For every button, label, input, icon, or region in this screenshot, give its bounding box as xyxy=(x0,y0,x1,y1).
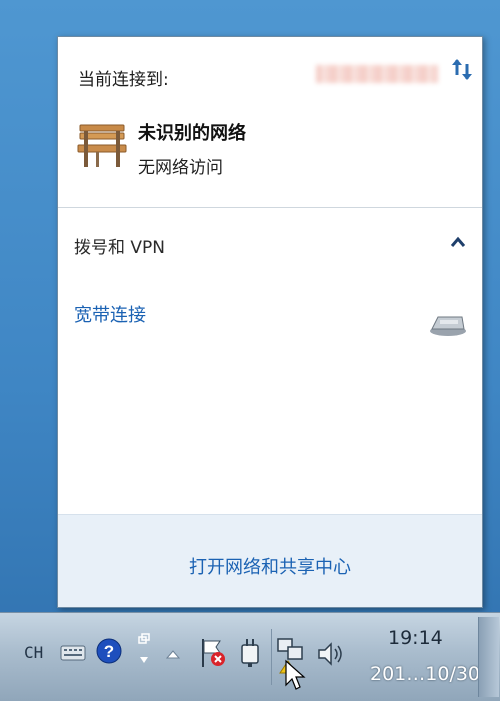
network-popup: 当前连接到: 未识别的网络 无网络访问 拨号和 VPN 宽带连接 打开网络和共享… xyxy=(57,36,483,608)
popup-footer: 打开网络和共享中心 xyxy=(58,514,482,607)
current-connection-label: 当前连接到: xyxy=(78,70,169,90)
svg-text:?: ? xyxy=(104,642,114,661)
section-divider xyxy=(58,207,482,208)
broadband-connection-link[interactable]: 宽带连接 xyxy=(74,301,146,327)
network-name: 未识别的网络 xyxy=(138,123,246,144)
network-sharing-center-link[interactable]: 打开网络和共享中心 xyxy=(58,553,482,579)
blurred-connection-name xyxy=(316,65,438,83)
network-status: 无网络访问 xyxy=(138,158,223,178)
volume-icon[interactable] xyxy=(315,639,345,669)
mouse-pointer-icon xyxy=(285,659,306,690)
power-plug-icon[interactable] xyxy=(238,637,262,669)
show-desktop-button[interactable] xyxy=(478,617,499,697)
language-indicator[interactable]: CH xyxy=(24,643,43,662)
show-hidden-icons-arrow[interactable] xyxy=(166,649,180,659)
expand-icon[interactable] xyxy=(135,633,153,669)
dialup-vpn-heading: 拨号和 VPN xyxy=(74,238,166,258)
keyboard-icon[interactable] xyxy=(60,643,86,663)
broadband-modem-icon xyxy=(430,316,466,336)
refresh-icon[interactable] xyxy=(448,55,478,85)
taskbar: CH ? ! xyxy=(0,612,500,701)
action-center-flag-icon[interactable] xyxy=(198,637,228,669)
bench-icon xyxy=(77,124,127,167)
help-icon[interactable]: ? xyxy=(95,637,123,665)
clock-time[interactable]: 19:14 xyxy=(388,627,443,649)
clock-date[interactable]: 201…10/30 xyxy=(370,663,480,685)
chevron-up-icon[interactable] xyxy=(450,235,466,249)
tray-separator xyxy=(271,629,272,685)
